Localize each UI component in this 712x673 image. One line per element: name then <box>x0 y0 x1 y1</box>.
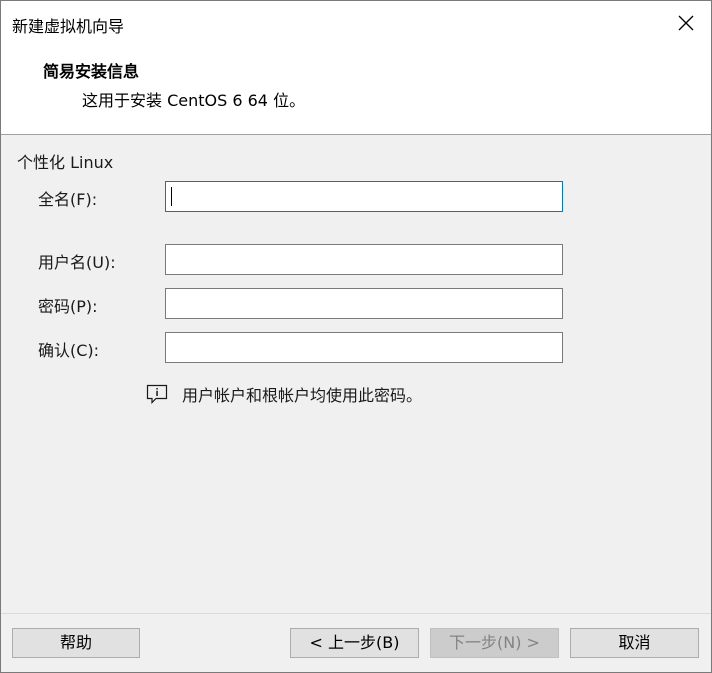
window-title: 新建虚拟机向导 <box>12 17 125 36</box>
personalize-linux-group-title: 个性化 Linux <box>17 153 114 172</box>
full-name-label: 全名(F): <box>38 190 98 209</box>
page-subtitle: 这用于安装 CentOS 6 64 位。 <box>82 91 306 110</box>
info-speech-bubble-icon <box>146 384 168 404</box>
page-title: 简易安装信息 <box>43 62 140 81</box>
help-button[interactable]: 帮助 <box>12 628 140 658</box>
full-name-field[interactable] <box>165 181 563 212</box>
back-button[interactable]: < 上一步(B) <box>290 628 419 658</box>
username-label: 用户名(U): <box>38 253 116 272</box>
close-icon <box>678 15 694 31</box>
cancel-button[interactable]: 取消 <box>570 628 699 658</box>
title-bar: 新建虚拟机向导 <box>1 1 711 45</box>
info-text: 用户帐户和根帐户均使用此密码。 <box>182 386 423 405</box>
text-caret <box>171 187 172 206</box>
next-button[interactable]: 下一步(N) > <box>430 628 559 658</box>
wizard-header: 简易安装信息 这用于安装 CentOS 6 64 位。 <box>1 45 711 135</box>
close-button[interactable] <box>669 7 703 39</box>
username-field[interactable] <box>165 244 563 275</box>
password-field[interactable] <box>165 288 563 319</box>
password-label: 密码(P): <box>38 297 98 316</box>
footer-divider <box>1 613 711 614</box>
confirm-password-label: 确认(C): <box>38 341 100 360</box>
new-vm-wizard-dialog: 新建虚拟机向导 简易安装信息 这用于安装 CentOS 6 64 位。 个性化 … <box>0 0 712 673</box>
confirm-password-field[interactable] <box>165 332 563 363</box>
